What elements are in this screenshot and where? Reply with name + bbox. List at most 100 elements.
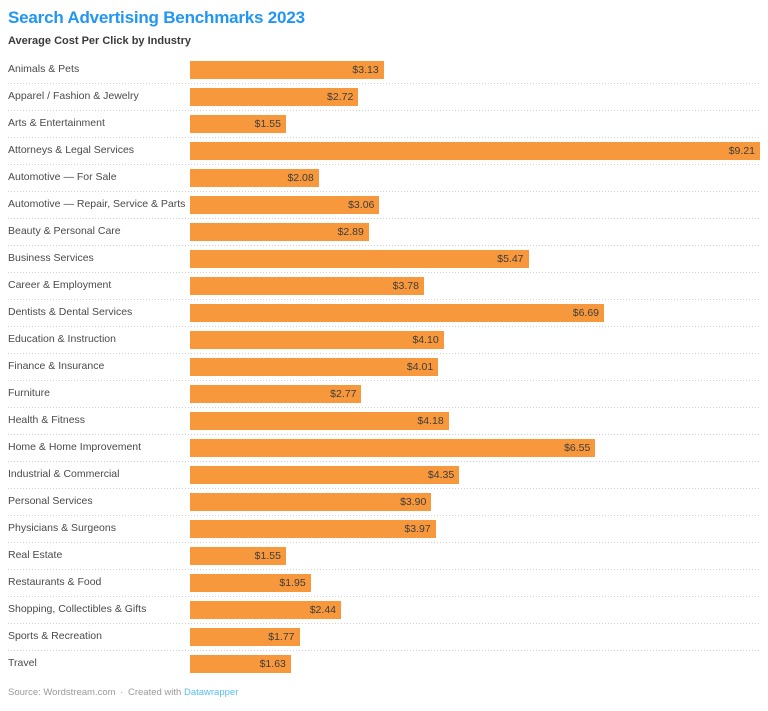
bar-track: $1.55	[190, 542, 760, 569]
category-label: Career & Employment	[8, 279, 112, 291]
bar-track: $3.13	[190, 56, 760, 83]
bar-track: $2.44	[190, 596, 760, 623]
table-row: Physicians & Surgeons $3.97	[8, 515, 760, 542]
table-row: Personal Services $3.90	[8, 488, 760, 515]
category-label: Personal Services	[8, 495, 93, 507]
category-label: Furniture	[8, 387, 51, 399]
category-label: Real Estate	[8, 549, 63, 561]
bar-track: $4.01	[190, 353, 760, 380]
category-label: Automotive — Repair, Service & Parts	[8, 198, 186, 210]
category-label: Home & Home Improvement	[8, 441, 142, 453]
bar[interactable]: $1.63	[190, 654, 291, 673]
bar[interactable]: $2.77	[190, 384, 362, 403]
bar[interactable]: $3.13	[190, 60, 384, 79]
bar-value-label: $1.77	[268, 630, 295, 643]
bar[interactable]: $6.69	[190, 303, 605, 322]
bar-track: $3.90	[190, 488, 760, 515]
datawrapper-link[interactable]: Datawrapper	[184, 687, 238, 698]
bar[interactable]: $4.01	[190, 357, 439, 376]
table-row: Industrial & Commercial $4.35	[8, 461, 760, 488]
table-row: Dentists & Dental Services $6.69	[8, 299, 760, 326]
bar[interactable]: $2.72	[190, 87, 359, 106]
bar[interactable]: $3.90	[190, 492, 432, 511]
category-label: Apparel / Fashion & Jewelry	[8, 90, 139, 102]
category-label: Education & Instruction	[8, 333, 116, 345]
bar-value-label: $5.47	[497, 252, 524, 265]
bar[interactable]: $6.55	[190, 438, 596, 457]
bar-value-label: $9.21	[728, 144, 755, 157]
bar[interactable]: $9.21	[190, 141, 760, 160]
bar-value-label: $2.89	[337, 225, 364, 238]
table-row: Automotive — For Sale $2.08	[8, 164, 760, 191]
table-row: Education & Instruction $4.10	[8, 326, 760, 353]
bar[interactable]: $3.78	[190, 276, 424, 295]
bar[interactable]: $4.10	[190, 330, 444, 349]
bar-track: $4.18	[190, 407, 760, 434]
bar-track: $3.97	[190, 515, 760, 542]
category-label: Business Services	[8, 252, 94, 264]
bar[interactable]: $2.08	[190, 168, 319, 187]
category-label: Industrial & Commercial	[8, 468, 120, 480]
category-label: Animals & Pets	[8, 63, 80, 75]
bar[interactable]: $1.55	[190, 114, 286, 133]
bar-value-label: $3.13	[352, 63, 379, 76]
bar[interactable]: $3.97	[190, 519, 436, 538]
bar-value-label: $4.18	[417, 414, 444, 427]
bar[interactable]: $1.77	[190, 627, 300, 646]
bar-value-label: $6.69	[572, 306, 600, 319]
table-row: Sports & Recreation $1.77	[8, 623, 760, 650]
table-row: Finance & Insurance $4.01	[8, 353, 760, 380]
bar[interactable]: $1.55	[190, 546, 286, 565]
category-label: Attorneys & Legal Services	[8, 144, 135, 156]
bar-rows: Animals & Pets $3.13 Apparel / Fashion & J…	[8, 56, 760, 677]
category-label: Physicians & Surgeons	[8, 522, 116, 534]
table-row: Health & Fitness $4.18	[8, 407, 760, 434]
chart-header: Search Advertising Benchmarks 2023 Avera…	[0, 0, 768, 48]
bar-value-label: $2.08	[287, 171, 314, 184]
category-label: Health & Fitness	[8, 414, 86, 426]
chart-subtitle: Average Cost Per Click by Industry	[8, 35, 191, 47]
table-row: Attorneys & Legal Services $9.21	[8, 137, 760, 164]
bar[interactable]: $1.95	[190, 573, 311, 592]
bar-track: $9.21	[190, 137, 760, 164]
bar-track: $2.08	[190, 164, 760, 191]
source-label: Source: Wordstream.com	[8, 687, 116, 698]
table-row: Career & Employment $3.78	[8, 272, 760, 299]
chart-area: Animals & Pets $3.13 Apparel / Fashion & J…	[0, 56, 768, 677]
bar-track: $1.77	[190, 623, 760, 650]
bar-track: $2.89	[190, 218, 760, 245]
page-title: Search Advertising Benchmarks 2023	[8, 8, 305, 27]
bar-value-label: $4.10	[412, 333, 439, 346]
bar[interactable]: $2.89	[190, 222, 369, 241]
bar[interactable]: $5.47	[190, 249, 529, 268]
bar-value-label: $3.78	[392, 279, 419, 292]
table-row: Home & Home Improvement $6.55	[8, 434, 760, 461]
category-label: Shopping, Collectibles & Gifts	[8, 603, 147, 615]
footer-separator: ·	[120, 687, 124, 698]
category-label: Dentists & Dental Services	[8, 306, 133, 318]
bar[interactable]: $2.44	[190, 600, 341, 619]
chart-page: Search Advertising Benchmarks 2023 Avera…	[0, 0, 768, 711]
table-row: Automotive — Repair, Service & Parts $3.0…	[8, 191, 760, 218]
bar-track: $2.77	[190, 380, 760, 407]
bar-value-label: $2.72	[327, 90, 354, 103]
bar-value-label: $2.44	[309, 603, 336, 616]
category-label: Sports & Recreation	[8, 630, 102, 642]
category-label: Automotive — For Sale	[8, 171, 117, 183]
bar-value-label: $3.90	[400, 495, 427, 508]
table-row: Animals & Pets $3.13	[8, 56, 760, 83]
table-row: Apparel / Fashion & Jewelry $2.72	[8, 83, 760, 110]
bar[interactable]: $4.35	[190, 465, 460, 484]
bar-track: $3.78	[190, 272, 760, 299]
bar-value-label: $3.97	[404, 522, 431, 535]
table-row: Restaurants & Food $1.95	[8, 569, 760, 596]
bar-value-label: $4.35	[427, 468, 455, 481]
table-row: Travel $1.63	[8, 650, 760, 677]
bar[interactable]: $4.18	[190, 411, 449, 430]
bar-track: $1.63	[190, 650, 760, 677]
table-row: Beauty & Personal Care $2.89	[8, 218, 760, 245]
table-row: Business Services $5.47	[8, 245, 760, 272]
bar-value-label: $3.06	[348, 198, 375, 211]
bar-track: $6.55	[190, 434, 760, 461]
bar[interactable]: $3.06	[190, 195, 380, 214]
